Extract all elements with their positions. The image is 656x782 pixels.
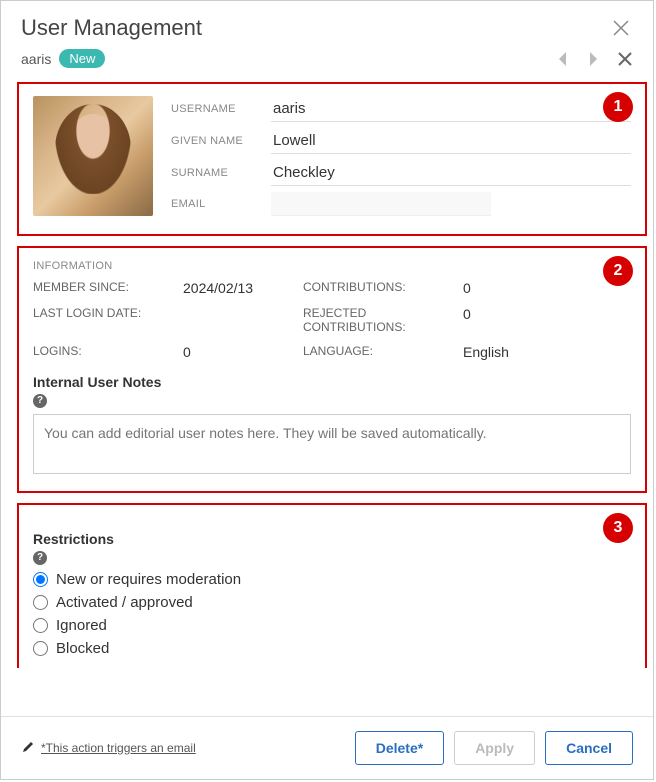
logins-value: 0 [183, 344, 303, 360]
status-badge: New [59, 49, 105, 68]
rejected-label: REJECTED CONTRIBUTIONS: [303, 306, 463, 334]
rejected-value: 0 [463, 306, 543, 322]
avatar [33, 96, 153, 216]
footer-hint-text: *This action triggers an email [41, 741, 196, 755]
restriction-option-ignored[interactable]: Ignored [33, 617, 631, 634]
annotation-badge-3: 3 [603, 513, 633, 543]
notes-title: Internal User Notes [33, 374, 631, 390]
modal-footer: *This action triggers an email Delete* A… [1, 716, 653, 779]
logins-label: LOGINS: [33, 344, 183, 358]
member-since-label: MEMBER SINCE: [33, 280, 183, 294]
language-label: LANGUAGE: [303, 344, 463, 358]
contributions-value: 0 [463, 280, 543, 296]
restriction-radio-blocked[interactable] [33, 641, 48, 656]
restriction-radio-new[interactable] [33, 572, 48, 587]
help-icon[interactable]: ? [33, 394, 47, 408]
profile-fields: USERNAME aaris GIVEN NAME Lowell SURNAME… [171, 96, 631, 222]
close-icon [611, 18, 631, 38]
footer-buttons: Delete* Apply Cancel [355, 731, 633, 765]
delete-button[interactable]: Delete* [355, 731, 444, 765]
chevron-right-icon [587, 51, 599, 67]
prev-record-button[interactable] [557, 51, 569, 67]
restriction-option-new[interactable]: New or requires moderation [33, 571, 631, 588]
close-icon [617, 51, 633, 67]
subheader-left: aaris New [21, 49, 105, 68]
modal-title: User Management [21, 15, 202, 41]
restriction-label: New or requires moderation [56, 571, 241, 588]
record-nav [557, 51, 633, 67]
apply-button: Apply [454, 731, 535, 765]
field-username: USERNAME aaris [171, 96, 631, 122]
contributions-label: CONTRIBUTIONS: [303, 280, 463, 294]
help-icon[interactable]: ? [33, 551, 47, 565]
info-grid: MEMBER SINCE: 2024/02/13 CONTRIBUTIONS: … [33, 280, 631, 360]
last-login-label: LAST LOGIN DATE: [33, 306, 183, 320]
field-label: USERNAME [171, 103, 271, 115]
next-record-button[interactable] [587, 51, 599, 67]
field-label: EMAIL [171, 198, 271, 210]
modal-header: User Management [1, 1, 653, 45]
member-since-value: 2024/02/13 [183, 280, 303, 296]
language-value: English [463, 344, 543, 360]
restriction-label: Ignored [56, 617, 107, 634]
restriction-option-activated[interactable]: Activated / approved [33, 594, 631, 611]
restriction-radio-ignored[interactable] [33, 618, 48, 633]
restriction-radio-activated[interactable] [33, 595, 48, 610]
pencil-icon [21, 740, 35, 757]
field-email: EMAIL [171, 192, 631, 216]
content-scroll[interactable]: 1 USERNAME aaris GIVEN NAME Lowell SURNA… [1, 78, 653, 668]
restriction-label: Activated / approved [56, 594, 193, 611]
annotation-badge-2: 2 [603, 256, 633, 286]
cancel-button[interactable]: Cancel [545, 731, 633, 765]
modal-close-button[interactable] [609, 16, 633, 40]
field-surname: SURNAME Checkley [171, 160, 631, 186]
surname-value[interactable]: Checkley [271, 160, 631, 186]
information-heading: INFORMATION [33, 260, 631, 272]
restriction-label: Blocked [56, 640, 109, 657]
internal-notes-input[interactable] [33, 414, 631, 474]
given-name-value[interactable]: Lowell [271, 128, 631, 154]
restriction-option-blocked[interactable]: Blocked [33, 640, 631, 657]
restrictions-title: Restrictions [33, 531, 631, 547]
field-label: SURNAME [171, 167, 271, 179]
information-section: 2 INFORMATION MEMBER SINCE: 2024/02/13 C… [17, 246, 647, 493]
subheader-close-button[interactable] [617, 51, 633, 67]
restrictions-section: 3 Restrictions ? New or requires moderat… [17, 503, 647, 668]
subheader: aaris New [1, 45, 653, 78]
annotation-badge-1: 1 [603, 92, 633, 122]
username-value[interactable]: aaris [271, 96, 631, 122]
chevron-left-icon [557, 51, 569, 67]
footer-hint: *This action triggers an email [21, 740, 196, 757]
subheader-username: aaris [21, 51, 51, 67]
profile-section: 1 USERNAME aaris GIVEN NAME Lowell SURNA… [17, 82, 647, 236]
email-value[interactable] [271, 192, 491, 216]
field-given-name: GIVEN NAME Lowell [171, 128, 631, 154]
field-label: GIVEN NAME [171, 135, 271, 147]
user-management-modal: User Management aaris New 1 [0, 0, 654, 780]
